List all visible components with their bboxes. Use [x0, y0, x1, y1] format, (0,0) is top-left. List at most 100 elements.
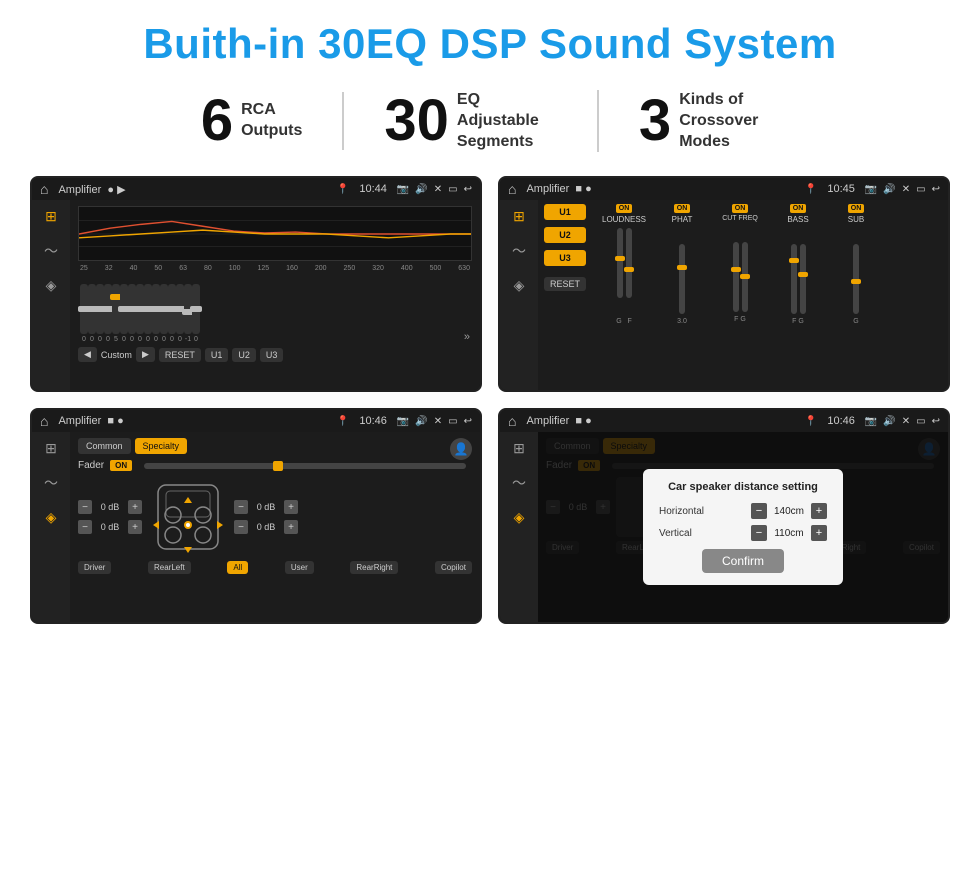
location-icon-1: 📍: [337, 184, 349, 195]
fader-text: Fader: [78, 460, 104, 471]
fader-speaker-icon[interactable]: ◈: [46, 509, 57, 526]
status-time-3: 10:46: [359, 415, 387, 427]
specialty-tab[interactable]: Specialty: [135, 438, 188, 454]
cutfreq-slider1[interactable]: [733, 242, 739, 312]
minimize-icon-3[interactable]: ▭: [448, 416, 457, 427]
eq-main: 25 32 40 50 63 80 100 125 160 200 250 32…: [70, 200, 480, 390]
play-button[interactable]: ▶: [136, 347, 155, 362]
status-title-3: Amplifier ■ ●: [58, 415, 330, 427]
close-icon-3[interactable]: ✕: [434, 416, 442, 427]
sub-slider[interactable]: [853, 244, 859, 314]
freq-25: 25: [80, 265, 88, 272]
status-time-1: 10:44: [359, 183, 387, 195]
back-icon-2[interactable]: ↩: [932, 184, 940, 195]
mixer-reset-btn[interactable]: RESET: [544, 277, 586, 291]
mixer-wave-icon[interactable]: 〜: [512, 241, 526, 261]
eq-icon[interactable]: ⊞: [45, 208, 57, 225]
cutfreq-slider2[interactable]: [742, 242, 748, 312]
custom-label: Custom: [101, 350, 132, 360]
loudness-slider2[interactable]: [626, 228, 632, 298]
vol-rr-minus[interactable]: −: [234, 520, 248, 534]
vol-row-rl: − 0 dB +: [78, 520, 142, 534]
back-icon-1[interactable]: ↩: [464, 184, 472, 195]
screen-dialog: ⌂ Amplifier ■ ● 📍 10:46 📷 🔊 ✕ ▭ ↩ ⊞ 〜 ◈: [498, 408, 950, 624]
slider-track-3[interactable]: [104, 284, 112, 334]
location-icon-4: 📍: [805, 416, 817, 427]
preset-u2[interactable]: U2: [544, 227, 586, 243]
freq-80: 80: [204, 265, 212, 272]
vol-fr-plus[interactable]: +: [284, 500, 298, 514]
loudness-on[interactable]: ON: [616, 204, 633, 213]
freq-250: 250: [344, 265, 356, 272]
u2-button[interactable]: U2: [232, 348, 256, 362]
vol-fr-minus[interactable]: −: [234, 500, 248, 514]
mixer-main: U1 U2 U3 RESET ON LOUDNESS: [538, 200, 948, 390]
wave-icon[interactable]: 〜: [44, 241, 58, 261]
home-icon-3[interactable]: ⌂: [40, 413, 48, 429]
copilot-btn[interactable]: Copilot: [435, 561, 472, 574]
driver-btn[interactable]: Driver: [78, 561, 111, 574]
fader-wave-icon[interactable]: 〜: [44, 473, 58, 493]
dialog-eq-icon[interactable]: ⊞: [513, 440, 525, 457]
home-icon-1[interactable]: ⌂: [40, 181, 48, 197]
minimize-icon-4[interactable]: ▭: [916, 416, 925, 427]
vol-rl-plus[interactable]: +: [128, 520, 142, 534]
confirm-button[interactable]: Confirm: [702, 549, 784, 573]
mixer-eq-icon[interactable]: ⊞: [513, 208, 525, 225]
freq-630: 630: [458, 265, 470, 272]
vol-rl-minus[interactable]: −: [78, 520, 92, 534]
dialog-screen-content: ⊞ 〜 ◈ 👤 Common Specialty Fader ON: [500, 432, 948, 622]
rearleft-btn[interactable]: RearLeft: [148, 561, 191, 574]
horizontal-minus[interactable]: −: [751, 503, 767, 519]
reset-button[interactable]: RESET: [159, 348, 201, 362]
speaker-icon[interactable]: ◈: [46, 277, 57, 294]
u3-button[interactable]: U3: [260, 348, 284, 362]
home-icon-4[interactable]: ⌂: [508, 413, 516, 429]
mixer-channels: ON LOUDNESS G: [598, 204, 942, 325]
rearright-btn[interactable]: RearRight: [350, 561, 398, 574]
minimize-icon-1[interactable]: ▭: [448, 184, 457, 195]
vertical-plus[interactable]: +: [811, 525, 827, 541]
phat-slider[interactable]: [679, 244, 685, 314]
bass-slider2[interactable]: [800, 244, 806, 314]
vol-fl-minus[interactable]: −: [78, 500, 92, 514]
profile-icon-3[interactable]: 👤: [450, 438, 472, 460]
dialog-wave-icon[interactable]: 〜: [512, 473, 526, 493]
eq-slider-4: 5: [112, 284, 120, 343]
all-btn[interactable]: All: [227, 561, 248, 574]
status-bar-4: ⌂ Amplifier ■ ● 📍 10:46 📷 🔊 ✕ ▭ ↩: [500, 410, 948, 432]
back-icon-4[interactable]: ↩: [932, 416, 940, 427]
sub-label: SUB: [848, 215, 864, 224]
cutfreq-on[interactable]: ON: [732, 204, 749, 213]
vertical-minus[interactable]: −: [751, 525, 767, 541]
bass-on[interactable]: ON: [790, 204, 807, 213]
loudness-slider[interactable]: [617, 228, 623, 298]
vol-fr-val: 0 dB: [251, 502, 281, 512]
close-icon-1[interactable]: ✕: [434, 184, 442, 195]
expand-icon[interactable]: »: [464, 331, 470, 343]
dialog-speaker-icon[interactable]: ◈: [514, 509, 525, 526]
sub-on[interactable]: ON: [848, 204, 865, 213]
vol-fl-plus[interactable]: +: [128, 500, 142, 514]
user-btn[interactable]: User: [285, 561, 314, 574]
phat-on[interactable]: ON: [674, 204, 691, 213]
close-icon-4[interactable]: ✕: [902, 416, 910, 427]
bass-slider1[interactable]: [791, 244, 797, 314]
horizontal-plus[interactable]: +: [811, 503, 827, 519]
preset-u3[interactable]: U3: [544, 250, 586, 266]
home-icon-2[interactable]: ⌂: [508, 181, 516, 197]
camera-icon-3: 📷: [397, 416, 409, 427]
fader-eq-icon[interactable]: ⊞: [45, 440, 57, 457]
close-icon-2[interactable]: ✕: [902, 184, 910, 195]
back-icon-3[interactable]: ↩: [464, 416, 472, 427]
minimize-icon-2[interactable]: ▭: [916, 184, 925, 195]
prev-button[interactable]: ◀: [78, 347, 97, 362]
vol-rr-plus[interactable]: +: [284, 520, 298, 534]
mixer-speaker-icon[interactable]: ◈: [514, 277, 525, 294]
common-tab[interactable]: Common: [78, 438, 131, 454]
u1-button[interactable]: U1: [205, 348, 229, 362]
fader-on-toggle[interactable]: ON: [110, 460, 132, 471]
preset-u1[interactable]: U1: [544, 204, 586, 220]
slider-track-14[interactable]: [192, 284, 200, 334]
status-title-1: Amplifier ● ▶: [58, 183, 330, 196]
